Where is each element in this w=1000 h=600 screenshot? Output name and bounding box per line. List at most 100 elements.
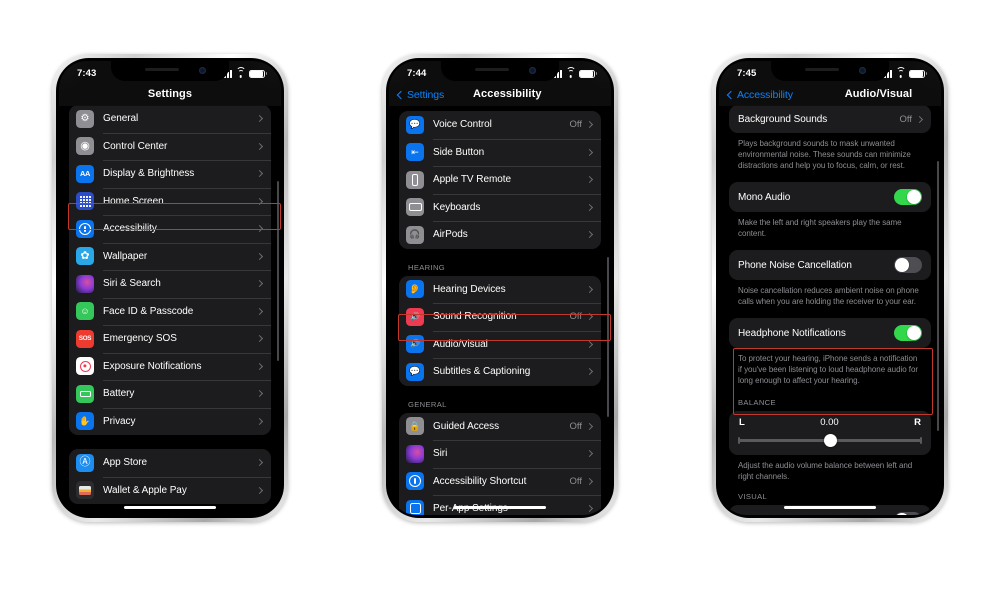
wallet-icon: [76, 481, 94, 500]
wifi-icon: [235, 66, 246, 78]
row-face-id-passcode[interactable]: ☺ Face ID & Passcode: [69, 297, 271, 326]
notch: [111, 61, 229, 81]
row-label: Audio/Visual: [433, 338, 488, 350]
gear-icon: ⚙: [76, 109, 94, 128]
chevron-right-icon: [255, 335, 264, 343]
chevron-right-icon: [255, 252, 264, 260]
wifi-icon: [895, 66, 906, 78]
row-value: Off: [569, 475, 583, 487]
guided-access-icon: 🔒: [406, 417, 424, 436]
keyboards-icon: [406, 198, 424, 217]
footer-balance: Adjust the audio volume balance between …: [738, 461, 913, 481]
scrollbar[interactable]: [606, 257, 609, 417]
control-center-icon: ◉: [76, 137, 94, 156]
row-siri[interactable]: Siri: [399, 440, 601, 468]
back-button[interactable]: Accessibility: [726, 89, 793, 101]
row-audio-visual[interactable]: 🔊 Audio/Visual: [399, 330, 601, 359]
scrollbar[interactable]: [936, 161, 939, 431]
row-label: Side Button: [433, 146, 485, 158]
row-label: Control Center: [103, 140, 168, 152]
accessibility-list[interactable]: 💬 Voice Control Off ⇤ Side Button Apple …: [389, 61, 611, 515]
home-indicator[interactable]: [454, 505, 546, 509]
row-airpods[interactable]: 🎧 AirPods: [399, 221, 601, 249]
toggle-led-flash-for-alerts[interactable]: [894, 511, 922, 515]
chevron-right-icon: [585, 231, 594, 239]
row-noise-cancellation-group: Phone Noise Cancellation: [729, 250, 931, 280]
row-control-center[interactable]: ◉ Control Center: [69, 132, 271, 161]
footer-noise-cancellation: Noise cancellation reduces ambient noise…: [738, 286, 919, 306]
balance-right-label: R: [914, 417, 921, 428]
row-emergency-sos[interactable]: SOS Emergency SOS: [69, 325, 271, 353]
row-side-button[interactable]: ⇤ Side Button: [399, 138, 601, 167]
audio-visual-list[interactable]: Background Sounds Off Plays background s…: [719, 61, 941, 515]
battery-status-icon: [909, 69, 927, 78]
row-label: Mono Audio: [738, 191, 791, 203]
toggle-headphone-notifications[interactable]: [894, 324, 922, 342]
row-value: Off: [569, 119, 583, 131]
section-header-general: GENERAL: [408, 399, 447, 409]
page-title: Accessibility: [473, 88, 542, 100]
row-label: Battery: [103, 388, 135, 400]
wallpaper-icon: ✿: [76, 247, 94, 266]
row-wallet-apple-pay[interactable]: Wallet & Apple Pay: [69, 476, 271, 505]
row-home-screen[interactable]: Home Screen: [69, 187, 271, 216]
battery-status-icon: [579, 69, 597, 78]
row-hearing-devices[interactable]: 👂 Hearing Devices: [399, 276, 601, 304]
row-headphone-notifications[interactable]: Headphone Notifications: [729, 318, 931, 348]
subtitles-captioning-icon: 💬: [406, 362, 424, 381]
chevron-right-icon: [585, 203, 594, 211]
balance-slider-knob[interactable]: [823, 433, 837, 447]
chevron-right-icon: [255, 486, 264, 494]
row-siri-search[interactable]: Siri & Search: [69, 270, 271, 298]
chevron-right-icon: [255, 362, 264, 370]
row-exposure-notifications[interactable]: Exposure Notifications: [69, 352, 271, 381]
privacy-icon: ✋: [76, 412, 94, 431]
screenshot-root: ⚙ General ◉ Control Center AA Display & …: [0, 0, 1000, 600]
toggle-phone-noise-cancellation[interactable]: [894, 256, 922, 274]
row-mono-audio[interactable]: Mono Audio: [729, 182, 931, 212]
settings-list[interactable]: ⚙ General ◉ Control Center AA Display & …: [59, 61, 281, 515]
row-privacy[interactable]: ✋ Privacy: [69, 407, 271, 436]
row-accessibility[interactable]: Accessibility: [69, 215, 271, 243]
row-label: General: [103, 113, 139, 125]
row-accessibility-shortcut[interactable]: Accessibility Shortcut Off: [399, 467, 601, 496]
scrollbar[interactable]: [276, 181, 279, 361]
row-battery[interactable]: Battery: [69, 380, 271, 408]
balance-control[interactable]: L 0.00 R: [729, 411, 931, 455]
row-label: Privacy: [103, 415, 136, 427]
toggle-mono-audio[interactable]: [894, 188, 922, 206]
row-label: Emergency SOS: [103, 333, 177, 345]
balance-slider-track[interactable]: [738, 433, 922, 447]
row-general[interactable]: ⚙ General: [69, 105, 271, 133]
battery-status-icon: [249, 69, 267, 78]
row-label: Headphone Notifications: [738, 327, 846, 339]
row-app-store[interactable]: Ⓐ App Store: [69, 449, 271, 477]
row-sound-recognition[interactable]: 🔊 Sound Recognition Off: [399, 303, 601, 331]
row-subtitles-captioning[interactable]: 💬 Subtitles & Captioning: [399, 358, 601, 386]
row-guided-access[interactable]: 🔒 Guided Access Off: [399, 413, 601, 441]
chevron-right-icon: [255, 225, 264, 233]
chevron-right-icon: [255, 170, 264, 178]
chevron-right-icon: [255, 142, 264, 150]
chevron-right-icon: [585, 368, 594, 376]
home-indicator[interactable]: [124, 505, 216, 509]
row-apple-tv-remote[interactable]: Apple TV Remote: [399, 166, 601, 194]
row-label: Background Sounds: [738, 113, 828, 125]
row-label: Subtitles & Captioning: [433, 366, 531, 378]
back-button[interactable]: Settings: [396, 89, 444, 101]
row-wallpaper[interactable]: ✿ Wallpaper: [69, 242, 271, 271]
row-keyboards[interactable]: Keyboards: [399, 193, 601, 222]
row-label: Home Screen: [103, 195, 164, 207]
phone-audio-visual: Background Sounds Off Plays background s…: [712, 54, 948, 522]
row-label: Accessibility Shortcut: [433, 475, 527, 487]
row-display-brightness[interactable]: AA Display & Brightness: [69, 160, 271, 188]
home-indicator[interactable]: [784, 505, 876, 509]
row-phone-noise-cancellation[interactable]: Phone Noise Cancellation: [729, 250, 931, 280]
row-voice-control[interactable]: 💬 Voice Control Off: [399, 111, 601, 139]
accessibility-group-hearing: 👂 Hearing Devices 🔊 Sound Recognition Of…: [399, 275, 601, 386]
balance-left-label: L: [739, 417, 745, 428]
face-id-icon: ☺: [76, 302, 94, 321]
apple-tv-remote-icon: [406, 170, 424, 189]
row-background-sounds[interactable]: Background Sounds Off: [729, 105, 931, 133]
